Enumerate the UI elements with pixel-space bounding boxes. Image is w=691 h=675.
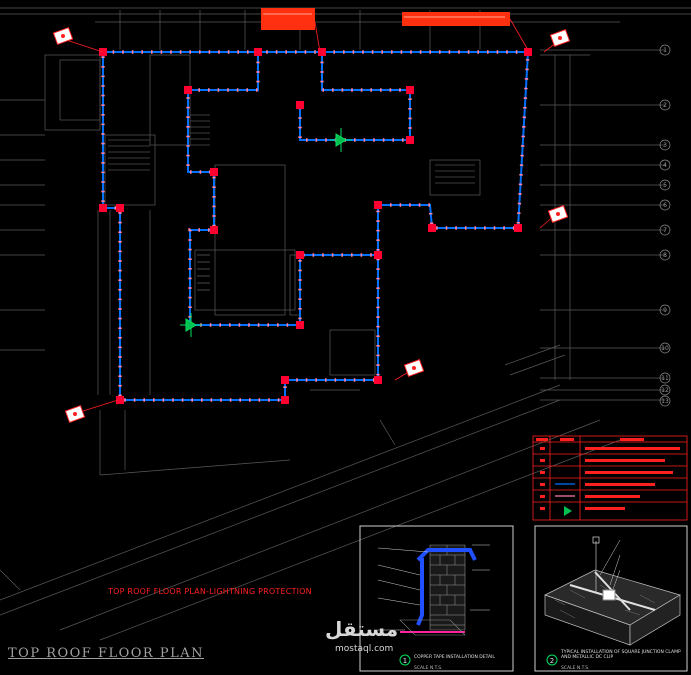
grid-label: 1 <box>663 47 667 54</box>
grid-label: 5 <box>663 182 667 189</box>
cad-drawing-canvas[interactable]: 1 2 3 4 5 6 7 8 9 10 11 12 13 1 2 <box>0 0 691 675</box>
grid-label: 12 <box>661 387 669 394</box>
stair-hatching <box>108 114 475 291</box>
grid-label: 11 <box>661 375 669 382</box>
drawing-main-title: TOP ROOF FLOOR PLAN-LIGHTNING PROTECTION <box>108 587 312 596</box>
legend-text-bars <box>536 438 680 510</box>
grid-label: 2 <box>663 102 667 109</box>
detail-1-scale: SCALE N.T.S. <box>414 666 443 671</box>
conductor-clips <box>101 50 530 402</box>
air-terminal-icon <box>180 128 352 337</box>
grid-label: 6 <box>663 202 667 209</box>
grid-label: 13 <box>661 398 669 405</box>
earth-pit-icon <box>52 26 571 424</box>
grid-label: 4 <box>663 162 667 169</box>
title-block-red <box>261 8 315 30</box>
watermark-url: mostaql.com <box>335 644 394 654</box>
grid-label: 8 <box>663 252 667 259</box>
title-block-red <box>402 12 510 26</box>
plan-title: TOP ROOF FLOOR PLAN <box>8 646 204 661</box>
conductor-network <box>102 51 530 401</box>
watermark-logo-arabic: مستقل <box>325 617 399 641</box>
grid-label: 9 <box>663 307 667 314</box>
grid-label: 3 <box>663 142 667 149</box>
grid-label: 10 <box>661 345 669 352</box>
detail-1-caption: COPPER TAPE INSTALLATION DETAIL <box>414 655 495 660</box>
detail-2-caption: TYPICAL INSTALLATION OF SQUARE JUNCTION … <box>561 650 681 660</box>
detail-1-number: 1 <box>403 657 407 665</box>
junction-clamps <box>99 48 532 404</box>
grid-label: 7 <box>663 227 667 234</box>
detail-2-scale: SCALE N.T.S. <box>561 666 590 671</box>
detail-2-number: 2 <box>550 657 554 665</box>
